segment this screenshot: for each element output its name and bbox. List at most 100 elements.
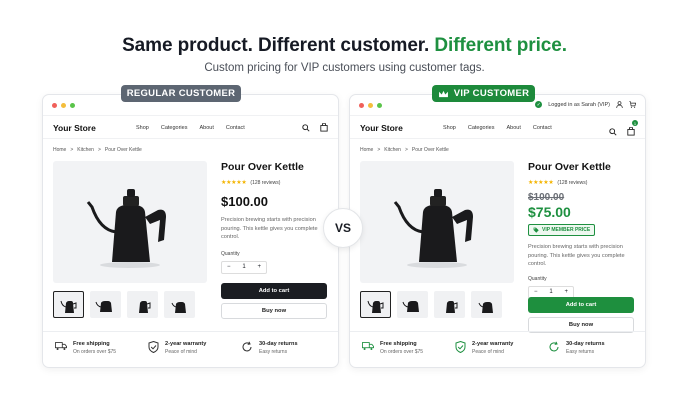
feature-title: 2-year warranty xyxy=(165,341,207,347)
quantity-increment[interactable]: + xyxy=(564,289,568,295)
vip-badge-label: VIP MEMBER PRICE xyxy=(542,227,591,233)
thumbnail-4[interactable] xyxy=(164,291,195,318)
close-dot[interactable] xyxy=(359,103,364,108)
feature-title: 30-day returns xyxy=(566,341,605,347)
window-controls xyxy=(359,103,382,108)
crumb-home[interactable]: Home xyxy=(360,147,373,153)
logged-in-status: ✓ Logged in as Sarah (VIP) xyxy=(535,101,636,108)
vip-store-window: ✓ Logged in as Sarah (VIP) Your Store Sh… xyxy=(349,94,646,368)
bag-icon[interactable] xyxy=(320,123,328,132)
nav-contact[interactable]: Contact xyxy=(533,125,552,131)
feature-shipping: Free shipping On orders over $75 xyxy=(362,341,447,369)
nav-links: Shop Categories About Contact xyxy=(136,125,245,131)
buy-now-button[interactable]: Buy now xyxy=(221,303,327,319)
feature-title: 2-year warranty xyxy=(472,341,514,347)
feature-title: Free shipping xyxy=(380,341,417,347)
product-main-image[interactable] xyxy=(53,161,207,283)
quantity-value[interactable]: 1 xyxy=(242,264,245,270)
thumbnail-4[interactable] xyxy=(471,291,502,318)
bag-icon[interactable] xyxy=(627,126,635,136)
feature-shipping: Free shipping On orders over $75 xyxy=(55,341,140,369)
cart-icon[interactable] xyxy=(629,101,636,108)
quantity-decrement[interactable]: − xyxy=(227,264,231,270)
review-count[interactable]: (128 reviews) xyxy=(557,180,587,186)
crumb-home[interactable]: Home xyxy=(53,147,66,153)
crumb-sep: > xyxy=(404,147,408,153)
product-main-image[interactable] xyxy=(360,161,514,283)
product-title: Pour Over Kettle xyxy=(221,161,304,173)
headline-accent: Different price. xyxy=(434,35,567,56)
thumbnail-strip xyxy=(360,291,502,318)
thumbnail-1[interactable] xyxy=(360,291,391,318)
kettle-thumb-icon xyxy=(171,301,186,313)
kettle-image xyxy=(86,189,166,268)
kettle-thumb-icon xyxy=(402,300,419,312)
add-to-cart-button[interactable]: Add to cart xyxy=(528,297,634,313)
nav-shop[interactable]: Shop xyxy=(136,125,149,131)
headline-main: Same product. Different customer. xyxy=(122,35,435,56)
minimize-dot[interactable] xyxy=(368,103,373,108)
star-rating-icon: ★★★★★ xyxy=(528,180,554,186)
vs-badge: VS xyxy=(323,208,363,248)
crumb-kitchen[interactable]: Kitchen xyxy=(77,147,94,153)
user-icon[interactable] xyxy=(616,101,623,108)
bag-with-badge[interactable]: 1 xyxy=(627,120,638,141)
quantity-value[interactable]: 1 xyxy=(549,289,552,295)
nav-contact[interactable]: Contact xyxy=(226,125,245,131)
window-controls xyxy=(52,103,75,108)
product-info: Pour Over Kettle ★★★★★ (128 reviews) $10… xyxy=(528,161,638,299)
crumb-current: Pour Over Kettle xyxy=(411,147,449,153)
headline: Same product. Different customer. Differ… xyxy=(0,35,689,57)
minimize-dot[interactable] xyxy=(61,103,66,108)
features-bar: Free shipping On orders over $75 2-year w… xyxy=(43,331,338,369)
logged-in-text: Logged in as Sarah (VIP) xyxy=(548,101,610,108)
crumb-kitchen[interactable]: Kitchen xyxy=(384,147,401,153)
rating: ★★★★★ (128 reviews) xyxy=(221,179,331,187)
regular-customer-pill: REGULAR CUSTOMER xyxy=(121,85,241,102)
store-logo[interactable]: Your Store xyxy=(53,123,96,133)
feature-subtitle: On orders over $75 xyxy=(380,349,424,355)
returns-icon xyxy=(242,341,252,352)
quantity-increment[interactable]: + xyxy=(257,264,261,270)
nav-icons xyxy=(302,123,328,132)
truck-icon xyxy=(362,342,374,351)
review-count[interactable]: (128 reviews) xyxy=(250,180,280,186)
nav-categories[interactable]: Categories xyxy=(468,125,495,131)
maximize-dot[interactable] xyxy=(70,103,75,108)
add-to-cart-button[interactable]: Add to cart xyxy=(221,283,327,299)
maximize-dot[interactable] xyxy=(377,103,382,108)
star-rating-icon: ★★★★★ xyxy=(221,180,247,186)
thumbnail-3[interactable] xyxy=(434,291,465,318)
feature-subtitle: Peace of mind xyxy=(165,349,197,355)
feature-subtitle: Easy returns xyxy=(566,349,595,355)
features-bar: Free shipping On orders over $75 2-year w… xyxy=(350,331,645,369)
vip-pill-label: VIP CUSTOMER xyxy=(453,88,530,99)
feature-returns: 30-day returns Easy returns xyxy=(548,341,633,369)
product-price: $100.00 xyxy=(221,194,268,209)
kettle-thumb-icon xyxy=(95,300,112,312)
thumbnail-1[interactable] xyxy=(53,291,84,318)
store-logo[interactable]: Your Store xyxy=(360,123,403,133)
search-icon[interactable] xyxy=(609,128,617,136)
thumbnail-2[interactable] xyxy=(397,291,428,318)
close-dot[interactable] xyxy=(52,103,57,108)
shield-check-icon xyxy=(148,341,159,353)
nav-shop[interactable]: Shop xyxy=(443,125,456,131)
quantity-label: Quantity xyxy=(221,250,240,257)
vip-member-price-badge: VIP MEMBER PRICE xyxy=(528,224,596,236)
nav-about[interactable]: About xyxy=(199,125,213,131)
feature-subtitle: Peace of mind xyxy=(472,349,504,355)
returns-icon xyxy=(549,341,559,352)
product-description: Precision brewing starts with precision … xyxy=(221,217,318,241)
quantity-stepper: − 1 + xyxy=(221,260,267,274)
feature-warranty: 2-year warranty Peace of mind xyxy=(148,341,233,369)
store-navbar: Your Store Shop Categories About Contact xyxy=(43,115,338,139)
quantity-decrement[interactable]: − xyxy=(534,289,538,295)
cart-count-badge: 1 xyxy=(632,120,638,126)
nav-about[interactable]: About xyxy=(506,125,520,131)
thumbnail-3[interactable] xyxy=(127,291,158,318)
feature-title: 30-day returns xyxy=(259,341,298,347)
search-icon[interactable] xyxy=(302,123,310,132)
thumbnail-2[interactable] xyxy=(90,291,121,318)
nav-categories[interactable]: Categories xyxy=(161,125,188,131)
